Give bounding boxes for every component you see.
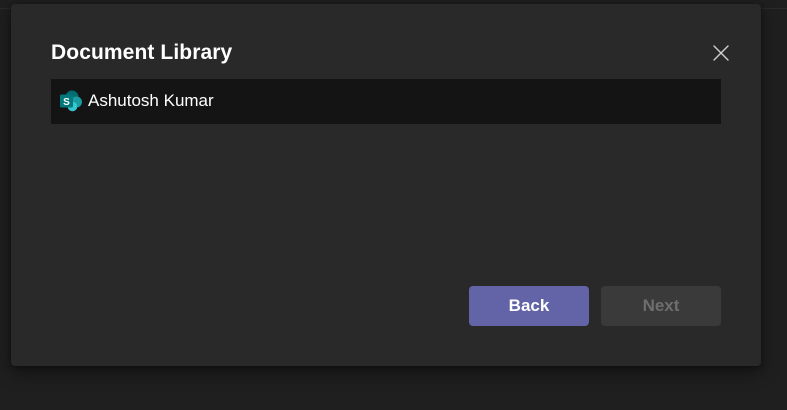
- sharepoint-icon: S: [59, 90, 83, 112]
- list-item[interactable]: S Ashutosh Kumar: [51, 79, 721, 124]
- svg-text:S: S: [63, 97, 70, 108]
- next-button[interactable]: Next: [601, 286, 721, 326]
- dialog-title: Document Library: [51, 41, 233, 64]
- close-button[interactable]: [710, 42, 732, 64]
- list-item-label: Ashutosh Kumar: [88, 91, 214, 110]
- document-library-dialog: Document Library S Ashutosh Kumar Back N…: [11, 4, 761, 366]
- document-library-list: S Ashutosh Kumar: [51, 79, 721, 124]
- close-icon: [713, 45, 729, 61]
- back-button[interactable]: Back: [469, 286, 589, 326]
